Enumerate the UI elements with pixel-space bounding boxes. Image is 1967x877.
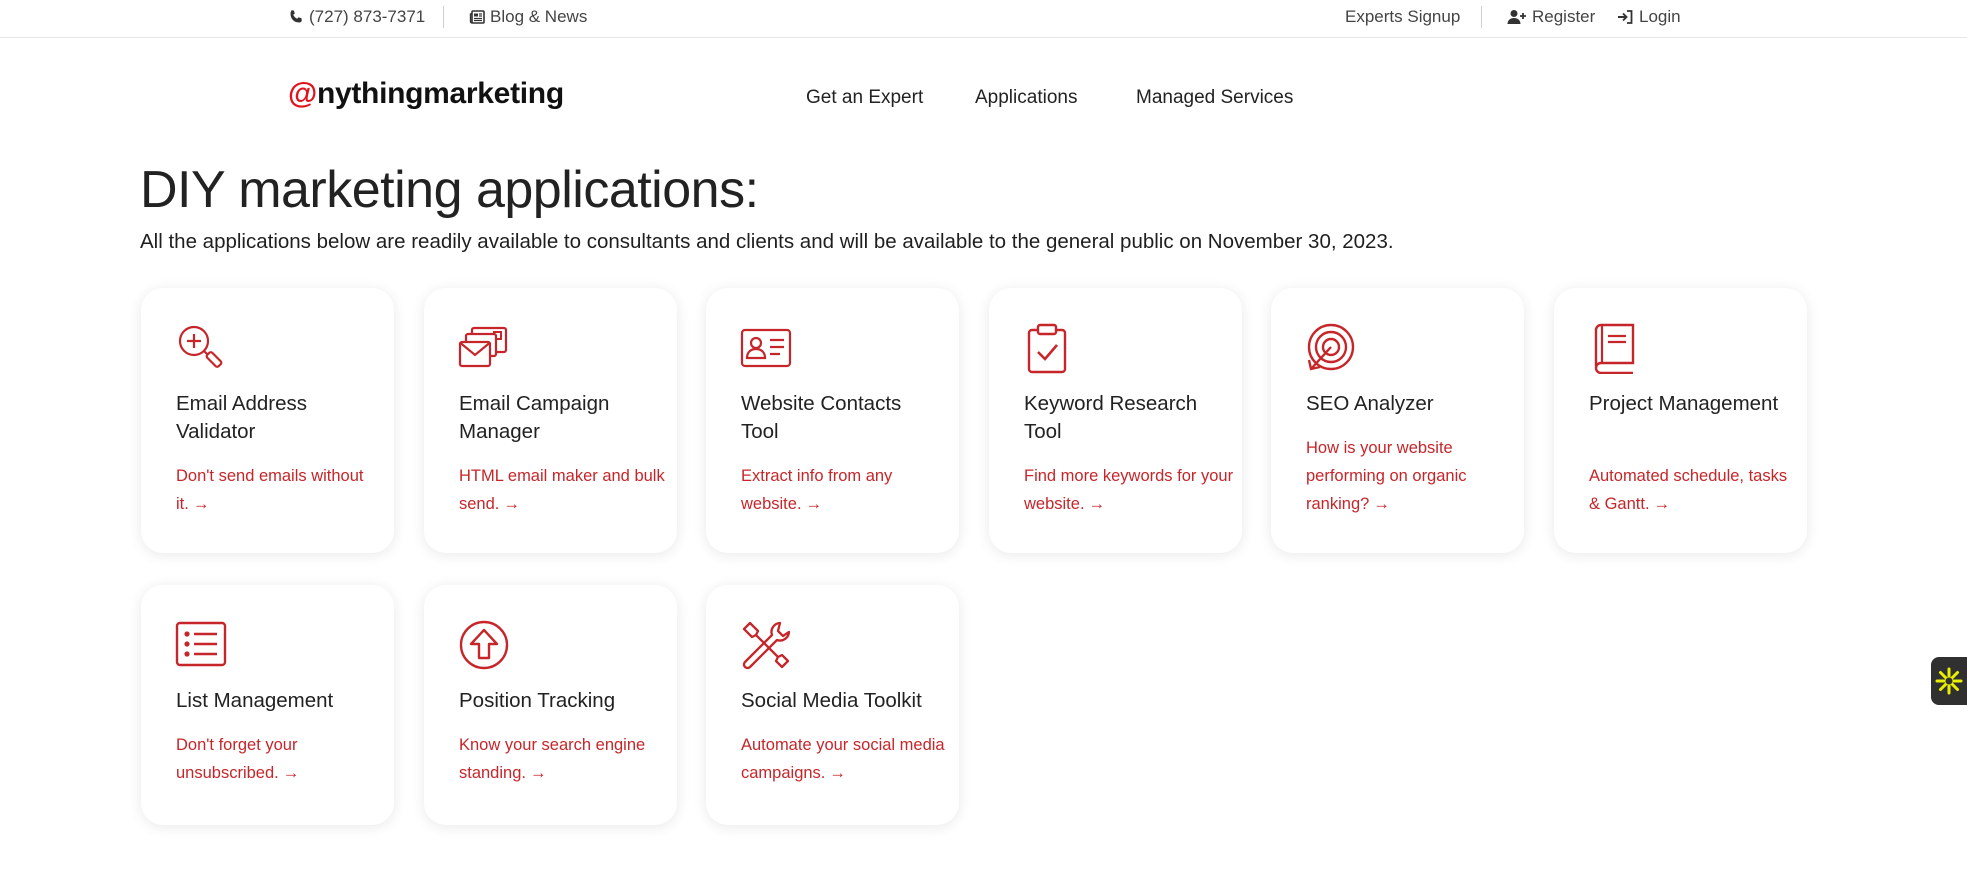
blog-news-label: Blog & News bbox=[490, 7, 588, 26]
card-link[interactable]: Automated schedule, tasks & Gantt. → bbox=[1589, 462, 1799, 518]
login-label: Login bbox=[1639, 7, 1681, 26]
tools-icon bbox=[742, 621, 791, 670]
arrow-right-icon: → bbox=[503, 495, 520, 513]
card-link[interactable]: Automate your social media campaigns. → bbox=[741, 731, 951, 787]
phone-icon bbox=[290, 10, 302, 23]
app-card-position-tracking[interactable]: Position Tracking Know your search engin… bbox=[424, 585, 677, 825]
app-card-social-media-toolkit[interactable]: Social Media Toolkit Automate your socia… bbox=[706, 585, 959, 825]
arrow-up-circle-icon bbox=[459, 620, 509, 670]
magnifier-plus-icon bbox=[178, 325, 223, 368]
register-link[interactable]: Register bbox=[1507, 7, 1595, 27]
nav-managed-services[interactable]: Managed Services bbox=[1136, 87, 1293, 109]
clipboard-check-icon bbox=[1027, 323, 1067, 374]
phone-link[interactable]: (727) 873-7371 bbox=[288, 7, 425, 27]
card-description: Automated schedule, tasks & Gantt. bbox=[1589, 467, 1788, 513]
card-link[interactable]: Extract info from any website. → bbox=[741, 462, 951, 518]
card-link[interactable]: Don't send emails without it. → bbox=[176, 462, 386, 518]
card-link[interactable]: HTML email maker and bulk send. → bbox=[459, 462, 669, 518]
card-title: Website Contacts Tool bbox=[741, 392, 902, 443]
experts-signup-label: Experts Signup bbox=[1345, 7, 1461, 26]
experts-signup-link[interactable]: Experts Signup bbox=[1345, 7, 1460, 27]
card-title: Email Campaign Manager bbox=[459, 392, 610, 443]
card-title: List Management bbox=[176, 689, 334, 712]
arrow-right-icon: → bbox=[1088, 495, 1106, 513]
floating-widget-button[interactable] bbox=[1931, 657, 1967, 705]
card-link[interactable]: Know your search engine standing. → bbox=[459, 731, 669, 787]
card-description: HTML email maker and bulk send. bbox=[459, 467, 665, 513]
card-description: Don't forget your unsubscribed. bbox=[176, 736, 298, 782]
register-label: Register bbox=[1532, 7, 1596, 26]
app-card-project-management[interactable]: Project Management Automated schedule, t… bbox=[1554, 288, 1807, 553]
app-card-seo-analyzer[interactable]: SEO Analyzer How is your website perform… bbox=[1271, 288, 1524, 553]
arrow-right-icon: → bbox=[829, 764, 846, 782]
card-title: SEO Analyzer bbox=[1306, 392, 1434, 415]
arrow-right-icon: → bbox=[282, 764, 300, 782]
nav-get-an-expert[interactable]: Get an Expert bbox=[806, 87, 923, 109]
arrow-right-icon: → bbox=[1373, 495, 1390, 513]
card-title: Social Media Toolkit bbox=[741, 689, 922, 712]
card-link[interactable]: Find more keywords for your website. → bbox=[1024, 462, 1234, 518]
email-stack-icon bbox=[458, 326, 508, 368]
card-title: Position Tracking bbox=[459, 689, 616, 712]
divider bbox=[443, 6, 444, 28]
site-logo[interactable]: @nythingmarketing bbox=[288, 77, 564, 111]
page-title: DIY marketing applications: bbox=[140, 161, 759, 219]
nav-applications[interactable]: Applications bbox=[975, 87, 1077, 109]
user-plus-icon bbox=[1507, 10, 1526, 24]
arrow-right-icon: → bbox=[805, 495, 823, 513]
card-title: Project Management bbox=[1589, 392, 1779, 415]
divider bbox=[1481, 6, 1482, 28]
logo-wordmark: nythingmarketing bbox=[316, 77, 564, 110]
asterisk-icon bbox=[1935, 667, 1963, 695]
arrow-right-icon: → bbox=[529, 764, 547, 782]
sign-in-icon bbox=[1618, 10, 1633, 24]
card-link[interactable]: How is your website performing on organi… bbox=[1306, 434, 1516, 518]
app-card-list-management[interactable]: List Management Don't forget your unsubs… bbox=[141, 585, 394, 825]
arrow-right-icon: → bbox=[1653, 495, 1671, 513]
logo-at-sign: @ bbox=[288, 77, 317, 110]
target-arrow-icon bbox=[1307, 323, 1355, 371]
book-icon bbox=[1594, 323, 1635, 374]
list-icon bbox=[175, 621, 227, 667]
card-description: Know your search engine standing. bbox=[459, 736, 646, 782]
card-description: Find more keywords for your website. bbox=[1024, 467, 1234, 513]
card-link[interactable]: Don't forget your unsubscribed. → bbox=[176, 731, 386, 787]
blog-news-link[interactable]: Blog & News bbox=[469, 7, 587, 27]
arrow-right-icon: → bbox=[192, 495, 210, 513]
app-card-email-campaign-manager[interactable]: Email Campaign Manager HTML email maker … bbox=[424, 288, 677, 553]
app-card-website-contacts-tool[interactable]: Website Contacts Tool Extract info from … bbox=[706, 288, 959, 553]
contact-card-icon bbox=[740, 328, 792, 368]
app-card-keyword-research-tool[interactable]: Keyword Research Tool Find more keywords… bbox=[989, 288, 1242, 553]
page-subtitle: All the applications below are readily a… bbox=[140, 230, 1394, 253]
card-title: Keyword Research Tool bbox=[1024, 392, 1198, 443]
phone-number: (727) 873-7371 bbox=[309, 7, 426, 26]
newspaper-icon bbox=[469, 10, 485, 24]
login-link[interactable]: Login bbox=[1617, 7, 1681, 27]
app-card-email-address-validator[interactable]: Email Address Validator Don't send email… bbox=[141, 288, 394, 553]
top-bar: (727) 873-7371 Blog & News Experts Signu… bbox=[0, 0, 1967, 38]
card-title: Email Address Validator bbox=[176, 392, 308, 443]
